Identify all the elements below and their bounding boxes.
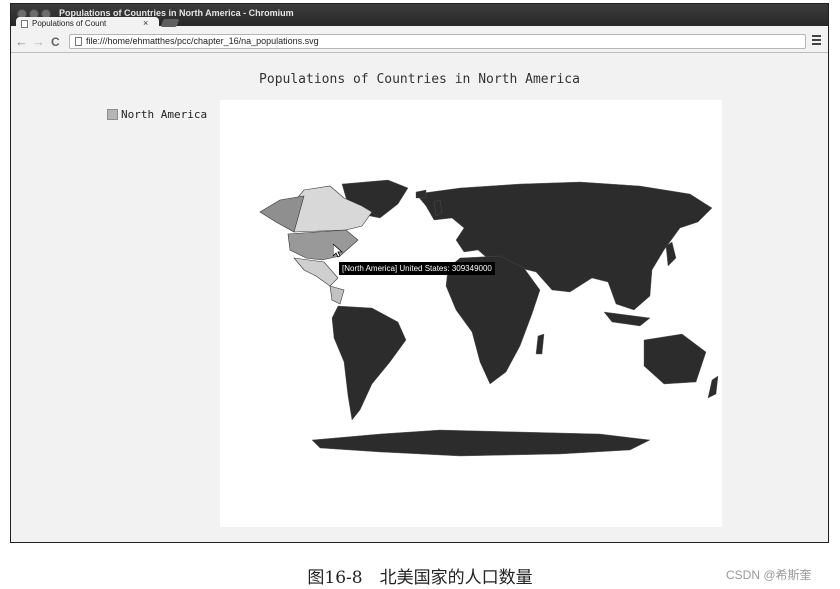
- map-tooltip: [North America] United States: 309349000: [339, 262, 495, 275]
- mouse-cursor: [332, 243, 344, 263]
- tab-label: Populations of Count: [32, 19, 107, 28]
- menu-icon[interactable]: [812, 35, 821, 46]
- tab-close-icon[interactable]: ×: [143, 18, 148, 28]
- map-country-australia: [643, 333, 707, 385]
- figure-caption: 图16-8 北美国家的人口数量: [307, 568, 533, 588]
- address-bar[interactable]: file:///home/ehmatthes/pcc/chapter_16/na…: [69, 34, 806, 49]
- map-region-africa: [445, 255, 541, 385]
- watermark-credit: CSDN @希斯奎: [726, 568, 812, 582]
- chart-title: Populations of Countries in North Americ…: [259, 72, 580, 87]
- back-icon[interactable]: ←: [15, 34, 28, 49]
- browser-tab[interactable]: Populations of Count ×: [16, 17, 159, 32]
- map-country-new-zealand: [707, 375, 719, 399]
- map-region-central-america-caribbean: [329, 285, 345, 305]
- browser-toolbar: ← → C file:///home/ehmatthes/pcc/chapter…: [11, 32, 828, 53]
- map-region-south-america: [331, 305, 407, 421]
- map-region-indonesia: [603, 311, 651, 327]
- url-text: file:///home/ehmatthes/pcc/chapter_16/na…: [86, 36, 319, 46]
- world-map: [259, 179, 719, 457]
- legend-swatch: [107, 109, 118, 120]
- map-country-united-states: [287, 229, 359, 261]
- map-country-madagascar: [535, 333, 545, 355]
- map-country-iceland: [415, 189, 427, 199]
- new-tab-button[interactable]: [160, 19, 180, 27]
- legend-label: North America: [121, 108, 208, 121]
- browser-window: Populations of Countries in North Americ…: [10, 3, 829, 543]
- map-country-mexico: [293, 257, 339, 287]
- map-region-antarctica: [311, 429, 651, 457]
- document-icon: [75, 37, 82, 46]
- map-plot-area: [220, 100, 722, 527]
- forward-icon[interactable]: →: [32, 34, 45, 49]
- reload-icon[interactable]: C: [51, 35, 60, 49]
- document-icon: [21, 20, 28, 28]
- map-country-japan: [665, 241, 677, 267]
